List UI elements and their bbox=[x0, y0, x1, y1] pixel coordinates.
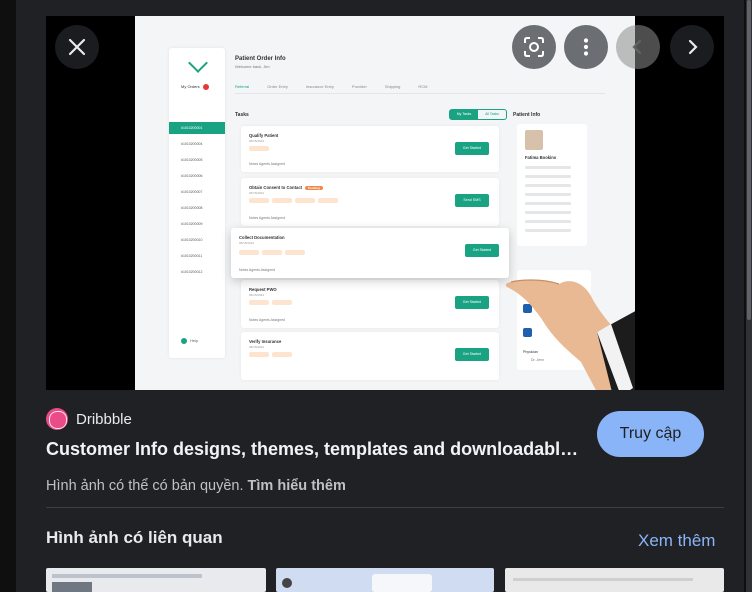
mock-app-title: Patient Order Info bbox=[235, 56, 286, 62]
mock-task-tags bbox=[249, 198, 338, 203]
mock-order-item: #1010200004 bbox=[181, 142, 203, 146]
copyright-notice: Hình ảnh có thể có bản quyền. Tìm hiểu t… bbox=[46, 478, 346, 494]
mock-order-item: #1010200007 bbox=[181, 190, 203, 194]
mock-step: Provider bbox=[351, 84, 367, 89]
lens-search-button[interactable] bbox=[512, 25, 556, 69]
heart-logo-icon bbox=[187, 56, 207, 70]
mock-task-meta: Notes Agents Assigned bbox=[249, 318, 285, 322]
mock-header: Patient Order Info Welcome back, Jim bbox=[235, 56, 286, 69]
mock-help: Help bbox=[181, 338, 198, 344]
mock-task-title: Request PWO bbox=[249, 287, 277, 292]
mock-task-card: Qualify Patient 06/15/2024 Notes Agents … bbox=[241, 126, 499, 172]
image-preview[interactable]: My Orders #1010200001 #1010200004 #10102… bbox=[46, 16, 724, 390]
related-images-heading: Hình ảnh có liên quan bbox=[46, 528, 223, 547]
source-name[interactable]: Dribbble bbox=[76, 411, 132, 428]
mock-sidebar: My Orders #1010200001 #1010200004 #10102… bbox=[169, 48, 225, 358]
chevron-right-icon bbox=[688, 39, 698, 55]
mock-order-item: #1010200010 bbox=[181, 238, 203, 242]
close-icon bbox=[68, 38, 86, 56]
mock-task-title: Obtain Consent to Contact Pending bbox=[249, 185, 323, 190]
mock-order-item: #1010200011 bbox=[181, 254, 203, 258]
mock-task-title: Qualify Patient bbox=[249, 133, 279, 138]
mock-step: Referral bbox=[235, 84, 250, 89]
mock-task-button: Get Started bbox=[455, 142, 489, 155]
dribbble-logo-icon bbox=[46, 408, 68, 430]
visit-button[interactable]: Truy cập bbox=[597, 411, 704, 457]
mock-task-button: Get Started bbox=[455, 296, 489, 309]
mock-order-item: #1010200009 bbox=[181, 222, 203, 226]
mock-task-title: Collect Documentation bbox=[239, 235, 285, 240]
mock-tasks-heading: Tasks bbox=[235, 112, 249, 118]
mock-patient-info-heading: Patient Info bbox=[513, 112, 541, 118]
mock-task-date: 06/15/2024 bbox=[239, 241, 255, 245]
mock-step: Order Entry bbox=[267, 84, 288, 89]
mock-patient-name: Fatima Bookins bbox=[525, 155, 557, 160]
mock-my-orders: My Orders bbox=[181, 84, 209, 90]
mock-task-title: Verify Insurance bbox=[249, 339, 282, 344]
patient-avatar bbox=[525, 130, 543, 150]
more-vert-icon bbox=[583, 38, 589, 56]
lens-icon bbox=[524, 37, 544, 57]
mock-order-item: #1010200008 bbox=[181, 206, 203, 210]
related-image-thumbnail[interactable] bbox=[505, 568, 724, 592]
mock-task-tags bbox=[249, 146, 269, 151]
mock-step: Shipping bbox=[384, 84, 401, 89]
mock-task-button: Send SMS bbox=[455, 194, 489, 207]
mock-task-tags bbox=[249, 352, 292, 357]
mock-task-meta: Notes Agents Assigned bbox=[249, 216, 285, 220]
previous-button[interactable] bbox=[616, 25, 660, 69]
mock-order-item: #1010200005 bbox=[181, 158, 203, 162]
related-image-thumbnail[interactable] bbox=[276, 568, 494, 592]
scrollbar-thumb[interactable] bbox=[747, 0, 751, 320]
pointing-hand-icon bbox=[505, 279, 635, 390]
mock-task-tabs: My Tasks All Tasks bbox=[449, 109, 507, 120]
mock-task-meta: Notes Agents Assigned bbox=[249, 162, 285, 166]
result-title[interactable]: Customer Info designs, themes, templates… bbox=[46, 439, 586, 460]
mock-task-card-highlighted: Collect Documentation 06/15/2024 Notes A… bbox=[231, 228, 509, 278]
mock-task-date: 06/15/2024 bbox=[249, 345, 265, 349]
close-button[interactable] bbox=[55, 25, 99, 69]
mock-task-tags bbox=[239, 250, 305, 255]
preview-screenshot: My Orders #1010200001 #1010200004 #10102… bbox=[135, 16, 635, 390]
mock-task-card: Request PWO 06/15/2024 Notes Agents Assi… bbox=[241, 280, 499, 328]
mock-task-date: 06/15/2024 bbox=[249, 139, 265, 143]
mock-task-tab: My Tasks bbox=[450, 110, 478, 119]
mock-task-card: Obtain Consent to Contact Pending 06/15/2… bbox=[241, 178, 499, 226]
learn-more-link[interactable]: Tìm hiểu thêm bbox=[248, 478, 346, 494]
copyright-text: Hình ảnh có thể có bản quyền. bbox=[46, 478, 244, 494]
mock-task-date: 06/15/2024 bbox=[249, 293, 265, 297]
mock-task-tags bbox=[249, 300, 292, 305]
mock-order-item: #1010200001 bbox=[169, 122, 225, 134]
related-image-thumbnail[interactable] bbox=[46, 568, 266, 592]
chevron-left-icon bbox=[632, 39, 642, 55]
mock-task-meta: Notes Agents Assigned bbox=[239, 268, 275, 272]
mock-step: RCM bbox=[418, 84, 428, 89]
mock-task-card: Verify Insurance 06/15/2024 Get Started bbox=[241, 332, 499, 380]
divider bbox=[46, 507, 724, 508]
source-site[interactable]: Dribbble bbox=[46, 408, 132, 430]
mock-step: Insurance Entry bbox=[305, 84, 334, 89]
scrollbar[interactable] bbox=[746, 0, 752, 592]
mock-patient-info: Patient Info Fatima Bookins bbox=[513, 112, 591, 252]
mock-order-item: #1010200012 bbox=[181, 270, 203, 274]
mock-order-item: #1010200006 bbox=[181, 174, 203, 178]
mock-steps: Referral Order Entry Insurance Entry Pro… bbox=[235, 84, 605, 94]
mock-task-button: Get Started bbox=[465, 244, 499, 257]
mock-welcome: Welcome back, Jim bbox=[235, 64, 270, 69]
mock-task-button: Get Started bbox=[455, 348, 489, 361]
more-options-button[interactable] bbox=[564, 25, 608, 69]
next-button[interactable] bbox=[670, 25, 714, 69]
see-more-link[interactable]: Xem thêm bbox=[638, 531, 715, 551]
mock-task-date: 06/15/2024 bbox=[249, 191, 265, 195]
mock-task-tab: All Tasks bbox=[485, 112, 499, 116]
